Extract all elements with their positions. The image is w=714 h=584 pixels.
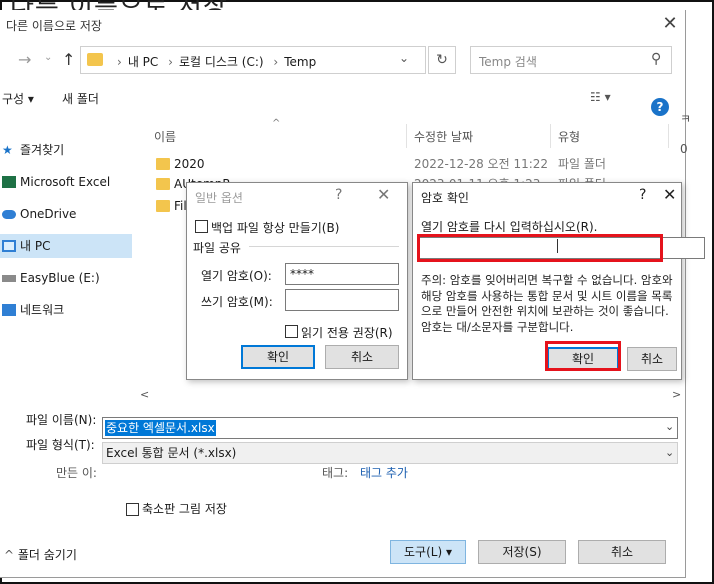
folder-icon xyxy=(156,178,170,190)
folder-icon xyxy=(156,158,170,170)
pc-icon xyxy=(2,240,16,252)
divider xyxy=(249,246,399,247)
column-header-type[interactable]: 유형 xyxy=(558,128,580,145)
open-password-label: 열기 암호(O): xyxy=(201,269,272,283)
open-password-field[interactable]: **** xyxy=(285,263,399,285)
tags-add-link[interactable]: 태그 추가 xyxy=(360,464,408,481)
view-options-icon[interactable]: ☷ ▾ xyxy=(590,90,611,104)
filename-value: 중요한 엑셀문서.xlsx xyxy=(105,420,216,436)
column-divider xyxy=(550,124,551,148)
star-icon: ★ xyxy=(2,143,13,157)
list-item[interactable]: 2020 2022-12-28 오전 11:22 파일 폴더 xyxy=(156,154,676,174)
sidebar-item-onedrive[interactable]: OneDrive xyxy=(0,202,132,226)
horizontal-scrollbar[interactable]: < > xyxy=(136,388,684,404)
search-placeholder: Temp 검색 xyxy=(479,55,537,69)
modify-password-label: 쓰기 암호(M): xyxy=(201,295,273,309)
scroll-left-icon[interactable]: < xyxy=(140,388,149,401)
general-options-title: 일반 옵션 xyxy=(195,191,243,205)
backup-checkbox[interactable] xyxy=(195,220,208,233)
network-icon xyxy=(2,304,16,316)
sidebar-item-this-pc[interactable]: 내 PC xyxy=(0,234,132,258)
warning-note: 주의: 암호를 잊어버리면 복구할 수 없습니다. 암호와 해당 암호를 사용하… xyxy=(421,273,673,334)
sidebar-item-excel[interactable]: Microsoft Excel xyxy=(0,170,132,194)
cancel-button[interactable]: 취소 xyxy=(578,540,666,564)
sidebar-item-network[interactable]: 네트워크 xyxy=(0,298,132,322)
back-arrow-icon[interactable]: → xyxy=(18,50,31,69)
excel-icon xyxy=(2,176,16,188)
drive-icon xyxy=(2,275,16,282)
hide-folders-toggle[interactable]: ^ 폴더 숨기기 xyxy=(4,546,77,563)
general-options-dialog: 일반 옵션 ? ✕ 백업 파일 항상 만들기(B) 파일 공유 열기 암호(O)… xyxy=(186,182,408,380)
tools-button[interactable]: 도구(L) ▾ xyxy=(390,540,466,564)
ok-button[interactable]: 확인 xyxy=(241,345,315,369)
sharing-label: 파일 공유 xyxy=(193,241,241,255)
row-overflow-text: 0 xyxy=(680,142,688,156)
folder-icon xyxy=(87,53,103,66)
readonly-label: 읽기 전용 권장(R) xyxy=(301,326,393,340)
filetype-label: 파일 형식(T): xyxy=(26,438,95,452)
dialog-title: 다른 이름으로 저장 xyxy=(6,19,102,33)
breadcrumb-item[interactable]: 내 PC xyxy=(128,55,158,69)
chevron-down-icon[interactable]: ⌄ xyxy=(665,443,674,463)
confirm-password-dialog: 암호 확인 ? ✕ 열기 암호를 다시 입력하십시오(R). 주의: 암호를 잊… xyxy=(412,182,705,380)
save-button[interactable]: 저장(S) xyxy=(478,540,566,564)
chevron-down-icon[interactable]: ⌄ xyxy=(665,420,674,433)
breadcrumb-item[interactable]: Temp xyxy=(284,55,316,69)
up-arrow-icon[interactable]: ↑ xyxy=(62,50,75,69)
new-folder-button[interactable]: 새 폴더 xyxy=(62,90,99,107)
highlight-box xyxy=(545,341,621,371)
close-icon[interactable]: ✕ xyxy=(656,12,684,36)
help-icon[interactable]: ? xyxy=(639,187,646,203)
readonly-checkbox[interactable] xyxy=(285,325,298,338)
breadcrumb: › 내 PC › 로컬 디스크 (C:) › Temp xyxy=(117,55,317,69)
history-dropdown-icon[interactable]: ⌄ xyxy=(44,52,52,63)
column-overflow-text: ㅋ xyxy=(680,112,692,126)
breadcrumb-item[interactable]: 로컬 디스크 (C:) xyxy=(179,55,264,69)
search-input[interactable]: Temp 검색 ⚲ xyxy=(470,46,672,74)
filename-label: 파일 이름(N): xyxy=(26,413,97,427)
filename-input[interactable]: 중요한 엑셀문서.xlsx ⌄ xyxy=(102,417,678,439)
authors-label: 만든 이: xyxy=(56,466,97,480)
refresh-icon[interactable]: ↻ xyxy=(428,46,456,74)
address-bar[interactable]: › 내 PC › 로컬 디스크 (C:) › Temp ⌄ xyxy=(80,46,426,74)
sidebar-item-easyblue[interactable]: EasyBlue (E:) xyxy=(0,266,132,290)
close-icon[interactable]: ✕ xyxy=(663,185,676,204)
help-icon[interactable]: ? xyxy=(651,98,669,116)
thumbnail-label: 축소판 그림 저장 xyxy=(142,502,227,516)
highlight-box xyxy=(417,234,663,262)
help-icon[interactable]: ? xyxy=(335,187,342,203)
search-icon[interactable]: ⚲ xyxy=(651,51,661,67)
column-header-name[interactable]: 이름 xyxy=(154,128,176,145)
tags-label: 태그: xyxy=(322,466,349,480)
organize-button[interactable]: 구성 ▾ xyxy=(2,90,34,107)
cancel-button[interactable]: 취소 xyxy=(325,345,399,369)
thumbnail-checkbox[interactable] xyxy=(126,503,139,516)
backup-label: 백업 파일 항상 만들기(B) xyxy=(211,221,340,235)
column-divider xyxy=(406,124,407,148)
cancel-button[interactable]: 취소 xyxy=(627,347,677,371)
cloud-icon xyxy=(2,210,16,219)
filetype-select[interactable]: Excel 통합 문서 (*.xlsx) ⌄ xyxy=(102,442,678,464)
modify-password-field[interactable] xyxy=(285,289,399,311)
confirm-password-title: 암호 확인 xyxy=(421,191,469,205)
scroll-right-icon[interactable]: > xyxy=(672,388,681,401)
navigation-pane: ★ 즐겨찾기 Microsoft Excel OneDrive 내 PC Easy… xyxy=(0,122,134,402)
sidebar-item-favorites[interactable]: ★ 즐겨찾기 xyxy=(0,138,132,162)
chevron-down-icon[interactable]: ⌄ xyxy=(399,51,409,65)
folder-icon xyxy=(156,200,170,212)
reenter-prompt: 열기 암호를 다시 입력하십시오(R). xyxy=(421,220,598,234)
column-divider xyxy=(668,124,669,148)
close-icon[interactable]: ✕ xyxy=(377,185,390,204)
sort-up-icon: ^ xyxy=(272,118,281,129)
column-header-modified[interactable]: 수정한 날짜 xyxy=(414,128,473,145)
